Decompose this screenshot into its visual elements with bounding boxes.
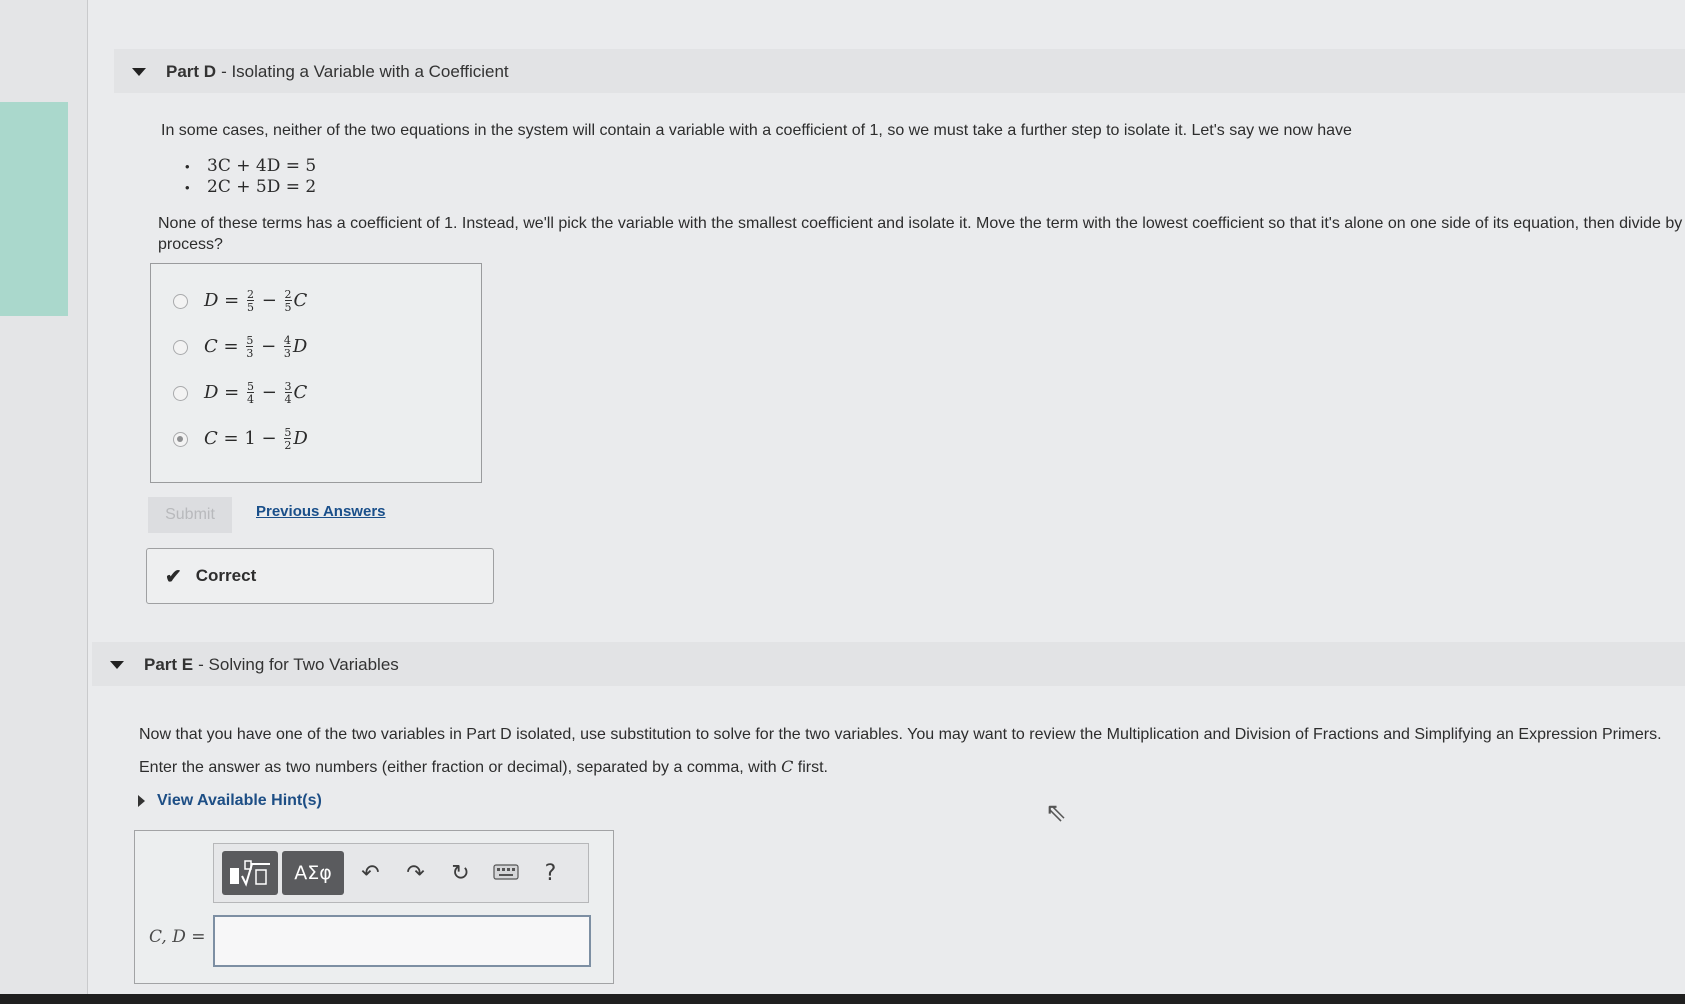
- hint-label: View Available Hint(s): [157, 792, 322, 809]
- choice-expression: D = 25 − 25C: [204, 288, 308, 314]
- submit-button[interactable]: Submit: [148, 497, 232, 533]
- part-d-label: Part D: [166, 62, 217, 81]
- part-d-intro: In some cases, neither of the two equati…: [161, 122, 1352, 139]
- choice-option[interactable]: D = 25 − 25C: [173, 289, 307, 313]
- keyboard-icon[interactable]: [483, 861, 528, 886]
- feedback-text: Correct: [195, 566, 257, 585]
- part-e-header[interactable]: Part E - Solving for Two Variables: [110, 655, 399, 675]
- choice-expression: C = 53 − 43D: [204, 334, 308, 360]
- checkmark-icon: ✔: [165, 565, 182, 588]
- part-e-format-note: Enter the answer as two numbers (either …: [139, 756, 828, 779]
- collapse-triangle-icon[interactable]: [110, 661, 124, 669]
- math-toolbar: ΑΣφ ↶ ↷ ↻ ?: [213, 843, 589, 903]
- choice-option[interactable]: C = 53 − 43D: [173, 335, 307, 359]
- equation-list: 3C + 4D = 5 2C + 5D = 2: [185, 156, 316, 198]
- undo-icon[interactable]: ↶: [348, 861, 393, 886]
- multiple-choice-box: D = 25 − 25C C = 53 − 43D D = 54 − 34C C…: [150, 263, 482, 483]
- choice-option[interactable]: C = 1 − 52D: [173, 427, 308, 451]
- feedback-correct: ✔ Correct: [146, 548, 494, 604]
- radio-button[interactable]: [173, 339, 188, 355]
- part-d-question: None of these terms has a coefficient of…: [158, 215, 1685, 232]
- math-templates-icon[interactable]: [222, 851, 278, 895]
- answer-box: ΑΣφ ↶ ↷ ↻ ? C, D =: [134, 830, 614, 984]
- mouse-cursor-icon: ⇖: [1045, 797, 1067, 827]
- part-d-question-cont: process?: [158, 236, 223, 253]
- part-e-label: Part E: [144, 655, 194, 674]
- part-d-title: - Isolating a Variable with a Coefficien…: [221, 62, 509, 81]
- side-tab[interactable]: [0, 102, 68, 316]
- choice-expression: D = 54 − 34C: [204, 380, 308, 406]
- greek-symbols-button[interactable]: ΑΣφ: [282, 851, 344, 895]
- redo-icon[interactable]: ↷: [393, 861, 438, 886]
- view-hints-link[interactable]: View Available Hint(s): [138, 792, 322, 810]
- radio-button[interactable]: [173, 385, 188, 401]
- equation-item: 2C + 5D = 2: [185, 177, 316, 198]
- format-note-variable: C: [781, 757, 794, 776]
- help-button[interactable]: ?: [528, 861, 573, 886]
- choice-option[interactable]: D = 54 − 34C: [173, 381, 307, 405]
- expand-triangle-icon: [138, 795, 145, 807]
- equation-item: 3C + 4D = 5: [185, 156, 316, 177]
- answer-label: C, D =: [149, 927, 206, 947]
- reset-icon[interactable]: ↻: [438, 861, 483, 886]
- format-note-text: Enter the answer as two numbers (either …: [139, 759, 777, 776]
- format-note-end: first.: [797, 759, 828, 776]
- choice-expression: C = 1 − 52D: [204, 426, 308, 452]
- bottom-bezel: [0, 994, 1685, 1004]
- part-e-instructions: Now that you have one of the two variabl…: [139, 726, 1662, 743]
- radio-button-selected[interactable]: [173, 431, 188, 447]
- collapse-triangle-icon[interactable]: [132, 68, 146, 76]
- part-e-title: - Solving for Two Variables: [198, 655, 399, 674]
- part-d-header[interactable]: Part D - Isolating a Variable with a Coe…: [132, 62, 509, 82]
- answer-input[interactable]: [213, 915, 591, 967]
- previous-answers-link[interactable]: Previous Answers: [256, 503, 386, 520]
- radio-button[interactable]: [173, 293, 188, 309]
